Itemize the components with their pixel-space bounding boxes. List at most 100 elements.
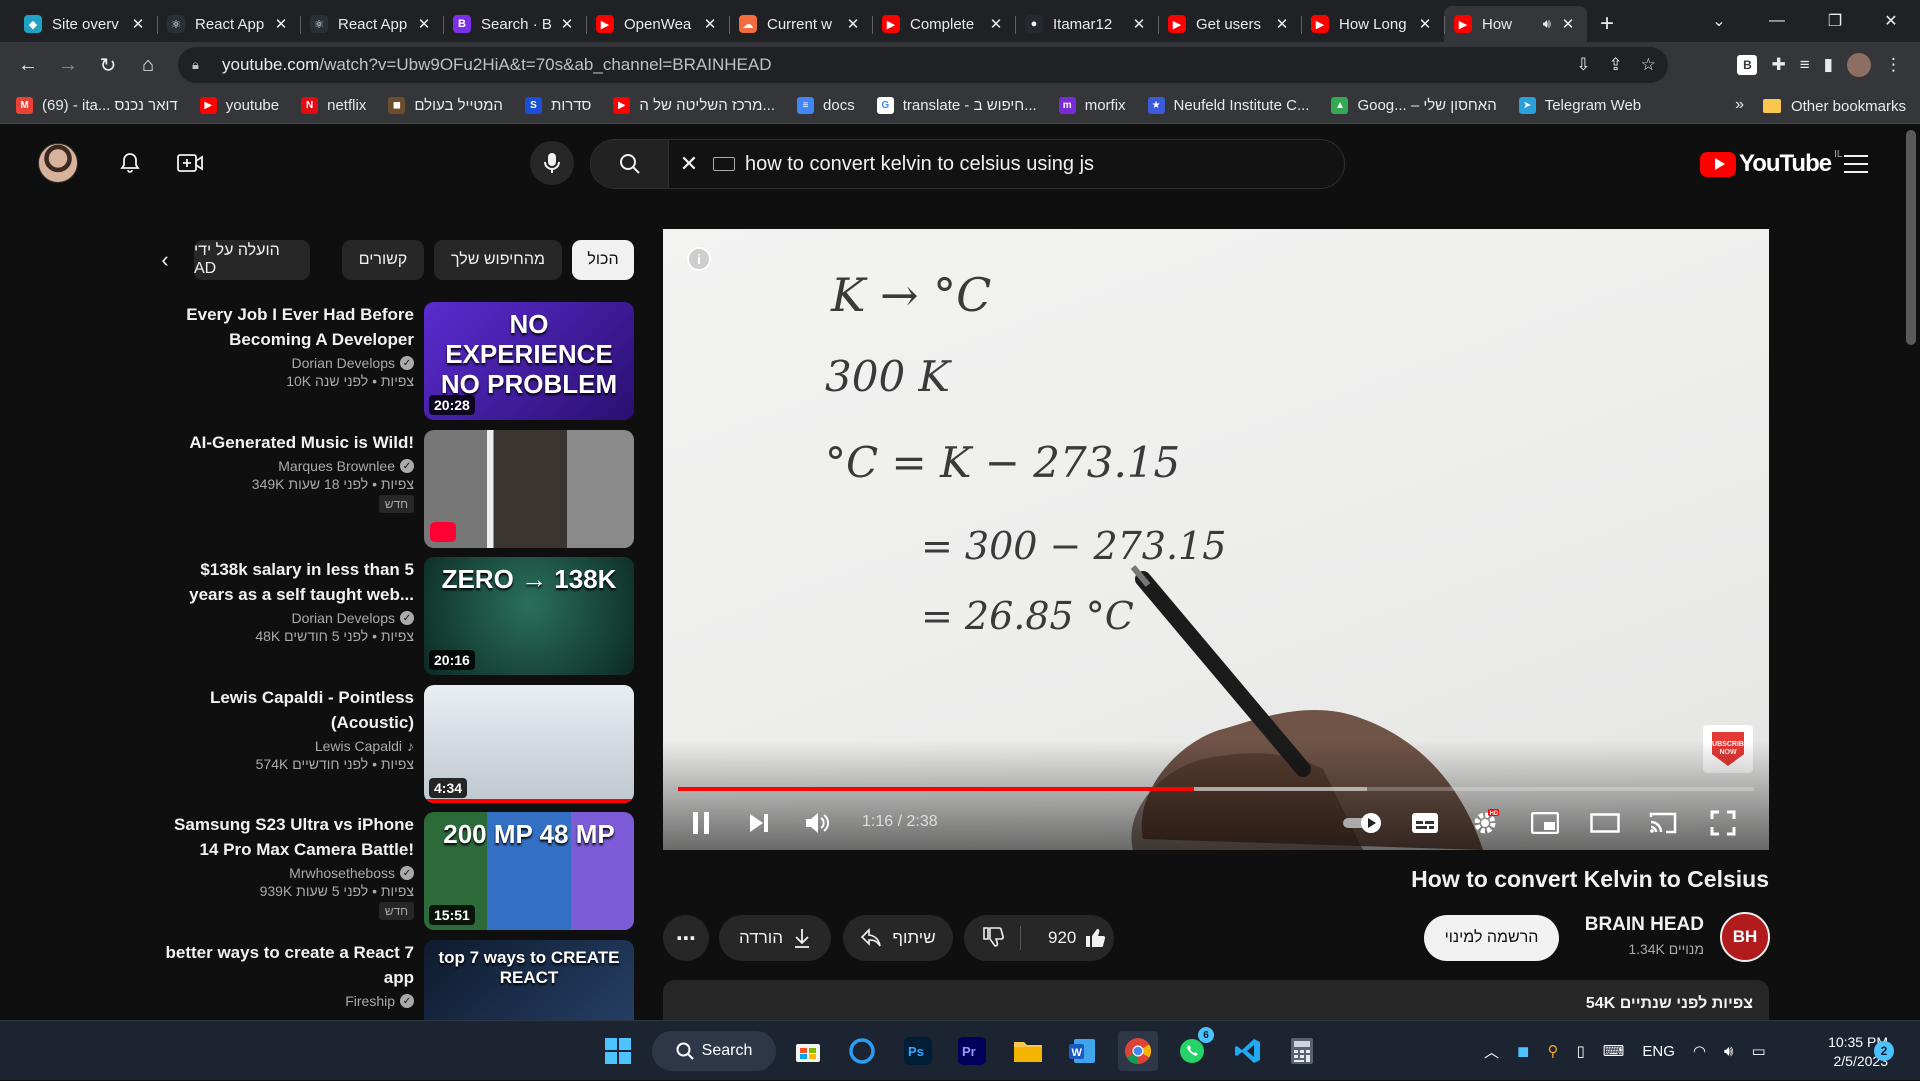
tray-search-icon[interactable]: ⚲ — [1547, 1042, 1558, 1060]
install-app-icon[interactable]: ⇩ — [1576, 55, 1590, 75]
bookmark-item[interactable]: ≡ docs — [797, 97, 855, 114]
tab-close-icon[interactable]: ✕ — [1416, 15, 1434, 33]
keyboard-tray-icon[interactable]: ⌨ — [1603, 1042, 1625, 1060]
tab-close-icon[interactable]: ✕ — [1559, 15, 1577, 33]
other-bookmarks-folder[interactable]: Other bookmarks — [1762, 88, 1906, 124]
bookmark-item[interactable]: S סדרות — [524, 97, 591, 114]
recommended-video-title[interactable]: better ways to create a React 7 app — [160, 940, 414, 990]
recommended-video[interactable]: Samsung S23 Ultra vs iPhone 14 Pro Max C… — [160, 812, 634, 930]
bookmark-item[interactable]: ★ Neufeld Institute C... — [1147, 97, 1309, 114]
video-thumbnail[interactable]: 4:34 — [424, 685, 634, 803]
recommended-video[interactable]: Lewis Capaldi - Pointless (Acoustic) Lewi… — [160, 685, 634, 803]
recommended-video-title[interactable]: Every Job I Ever Had Before Becoming A D… — [160, 302, 414, 352]
page-scrollbar[interactable] — [1906, 130, 1916, 345]
bookmark-item[interactable]: M (69) - ita... דואר נכנס — [16, 97, 178, 114]
notification-badge[interactable]: 2 — [1874, 1041, 1894, 1061]
whatsapp-icon[interactable]: 6 — [1172, 1027, 1214, 1071]
bookmark-item[interactable]: ◼ המטייל בעולם — [388, 97, 503, 114]
tab-close-icon[interactable]: ✕ — [1273, 15, 1291, 33]
bookmark-item[interactable]: m morfix — [1058, 97, 1126, 114]
like-button-main[interactable]: 920 — [1048, 915, 1106, 961]
browser-tab[interactable]: ◆ Site overv ✕ — [14, 6, 157, 42]
create-video-icon[interactable] — [174, 147, 206, 179]
tab-close-icon[interactable]: ✕ — [987, 15, 1005, 33]
cortana-icon[interactable] — [842, 1031, 882, 1071]
tab-close-icon[interactable]: ✕ — [558, 15, 576, 33]
recommended-video-title[interactable]: Samsung S23 Ultra vs iPhone 14 Pro Max C… — [160, 812, 414, 862]
recommended-video-title[interactable]: $138k salary in less than 5 years as a s… — [160, 557, 414, 607]
browser-tab[interactable]: ⚛ React App ✕ — [157, 6, 300, 42]
video-player[interactable]: K → °C 300 K °C = K − 273.15 = 300 − 273… — [663, 229, 1769, 850]
reload-icon[interactable]: ↻ — [88, 45, 128, 85]
theater-mode-button[interactable] — [1581, 799, 1629, 847]
more-bookmarks-button[interactable]: » — [1735, 96, 1744, 114]
battery-icon[interactable]: ▭ — [1751, 1042, 1765, 1060]
tab-close-icon[interactable]: ✕ — [129, 15, 147, 33]
chip-related[interactable]: קשורים — [342, 240, 424, 280]
restore-icon[interactable]: ❐ — [1806, 0, 1864, 42]
premiere-icon[interactable]: Pr — [952, 1031, 992, 1071]
autoplay-toggle[interactable] — [1335, 799, 1391, 847]
subscribe-button[interactable]: הרשמה למינוי — [1424, 915, 1559, 961]
side-panel-icon[interactable]: ▮ — [1824, 55, 1833, 75]
browser-tab[interactable]: ▶ OpenWea ✕ — [586, 6, 729, 42]
chrome-menu-icon[interactable]: ⋮ — [1885, 55, 1902, 75]
fullscreen-button[interactable] — [1699, 799, 1747, 847]
search-button[interactable] — [591, 140, 669, 188]
tab-close-icon[interactable]: ✕ — [272, 15, 290, 33]
video-thumbnail[interactable] — [424, 430, 634, 548]
recommended-video-title[interactable]: AI-Generated Music is Wild! — [160, 430, 414, 455]
media-control-icon[interactable]: ≡ — [1800, 55, 1810, 75]
guide-menu-icon[interactable] — [1844, 155, 1868, 179]
bookmark-star-icon[interactable]: ☆ — [1641, 55, 1656, 75]
settings-button[interactable]: HD — [1461, 799, 1509, 847]
subtitles-button[interactable] — [1401, 799, 1449, 847]
tab-close-icon[interactable]: ✕ — [701, 15, 719, 33]
browser-tab[interactable]: ▶ How Long ✕ — [1301, 6, 1444, 42]
recommended-video[interactable]: $138k salary in less than 5 years as a s… — [160, 557, 634, 675]
tab-close-icon[interactable]: ✕ — [1130, 15, 1148, 33]
tab-audio-icon[interactable]: 🔊︎ — [1543, 16, 1551, 32]
bookmark-item[interactable]: Gtranslate - חיפוש ב... — [876, 97, 1037, 114]
photoshop-icon[interactable]: Ps — [898, 1031, 938, 1071]
bing-extension-icon[interactable]: B — [1737, 55, 1758, 75]
bookmark-item[interactable]: ▶ מרכז השליטה של ה... — [613, 97, 775, 114]
home-icon[interactable]: ⌂ — [128, 45, 168, 85]
bookmark-item[interactable]: Nnetflix — [301, 97, 366, 114]
chips-scroll-left-icon[interactable]: ‹ — [150, 240, 180, 280]
browser-tab[interactable]: ● Itamar12 ✕ — [1015, 6, 1158, 42]
notifications-bell-icon[interactable] — [114, 147, 146, 179]
bookmark-item[interactable]: ➤ Telegram Web — [1518, 97, 1641, 114]
recommended-video-channel[interactable]: Dorian Develops ✓ — [160, 355, 414, 371]
progress-bar[interactable] — [678, 787, 1754, 791]
close-window-icon[interactable]: ✕ — [1862, 0, 1920, 42]
bookmark-item[interactable]: ▶ youtube — [199, 97, 279, 114]
file-explorer-icon[interactable] — [1008, 1031, 1048, 1071]
browser-tab[interactable]: ▶ How 🔊︎ ✕ — [1444, 6, 1587, 42]
tray-app-icon[interactable]: ◼ — [1517, 1042, 1529, 1060]
recommended-video-channel[interactable]: Fireship ✓ — [160, 993, 414, 1009]
clear-search-icon[interactable]: ✕ — [669, 151, 709, 177]
chip-from-your-search[interactable]: מהחיפוש שלך — [434, 240, 562, 280]
dislike-button[interactable] — [982, 926, 1004, 953]
back-icon[interactable]: ← — [8, 45, 48, 85]
tab-close-icon[interactable]: ✕ — [415, 15, 433, 33]
usb-icon[interactable]: ▯ — [1576, 1042, 1584, 1060]
chip-all[interactable]: הכול — [572, 240, 634, 280]
recommended-video-channel[interactable]: Mrwhosetheboss ✓ — [160, 865, 414, 881]
chip-uploaded-by[interactable]: הועלה על ידי AD — [194, 240, 310, 280]
more-actions-button[interactable]: ⋯ — [663, 915, 709, 961]
browser-tab[interactable]: ▶ Get users ✕ — [1158, 6, 1301, 42]
profile-avatar[interactable] — [1847, 53, 1871, 77]
chrome-taskbar-icon[interactable] — [1118, 1031, 1158, 1071]
video-thumbnail[interactable]: NO EXPERIENCE NO PROBLEM 20:28 — [424, 302, 634, 420]
channel-avatar[interactable]: BH — [1720, 912, 1770, 962]
taskbar-search-button[interactable]: Search — [652, 1031, 776, 1071]
miniplayer-button[interactable] — [1521, 799, 1569, 847]
minimize-icon[interactable]: — — [1748, 0, 1806, 42]
video-thumbnail[interactable]: ZERO → 138K 20:16 — [424, 557, 634, 675]
calculator-icon[interactable] — [1282, 1031, 1322, 1071]
bookmark-item[interactable]: ▲ Goog... – האחסון שלי — [1331, 97, 1497, 114]
recommended-video-channel[interactable]: Marques Brownlee ✓ — [160, 458, 414, 474]
tray-overflow-chevron-icon[interactable]: ︿ — [1484, 1041, 1499, 1062]
